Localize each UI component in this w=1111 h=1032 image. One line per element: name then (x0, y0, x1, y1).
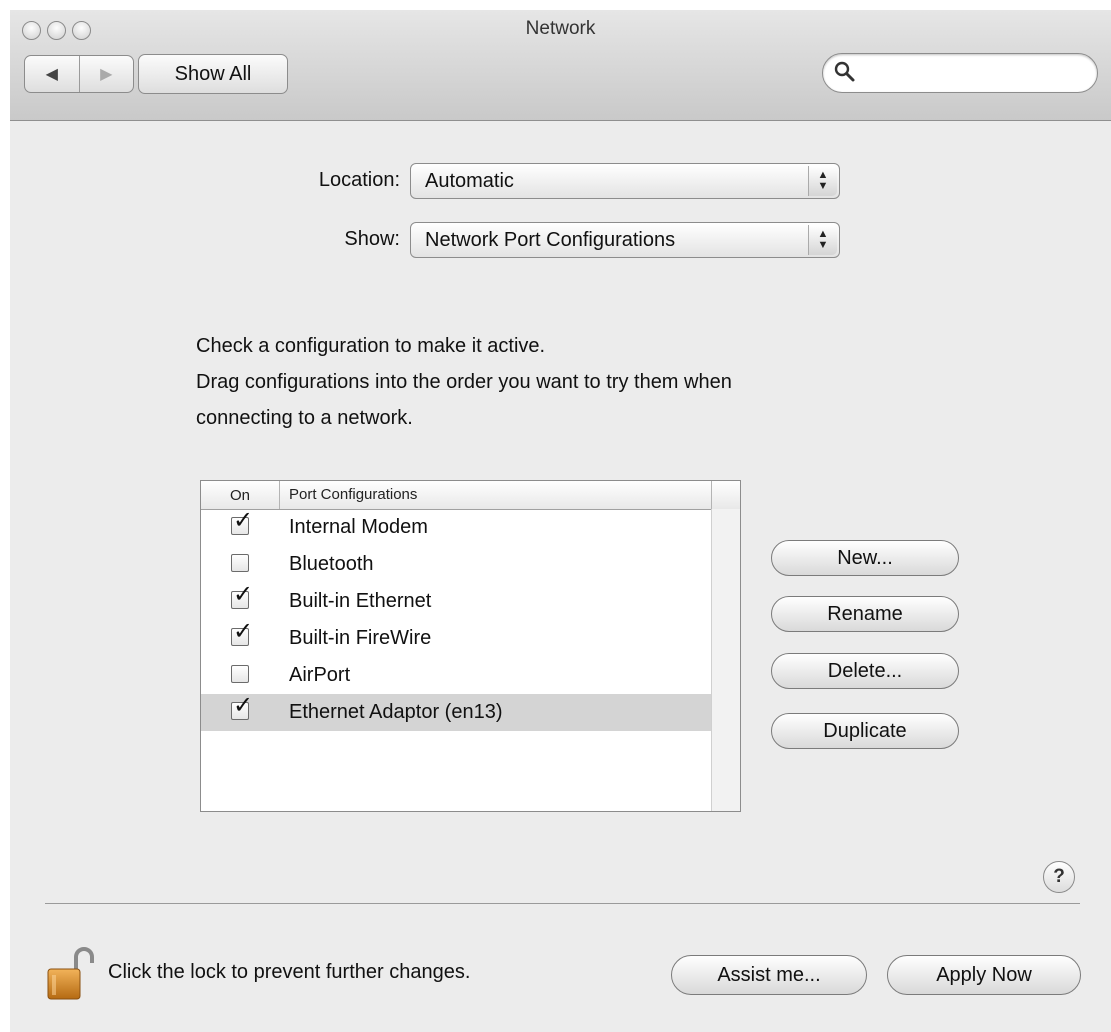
table-row[interactable]: Bluetooth (201, 546, 713, 583)
row-checkbox[interactable]: ✓ (231, 509, 253, 535)
checkmark-icon: ✓ (233, 581, 254, 608)
row-checkbox[interactable]: ✓ (231, 583, 253, 609)
table-row[interactable]: ✓ Built-in FireWire (201, 620, 713, 657)
lock-icon[interactable] (46, 945, 96, 1001)
row-checkbox[interactable]: ✓ (231, 620, 253, 646)
column-header-on[interactable]: On (201, 481, 280, 509)
show-label: Show: (344, 228, 400, 250)
search-input[interactable] (861, 58, 1090, 90)
popup-arrows-icon: ▲ ▼ (808, 225, 837, 255)
new-button[interactable]: New... (771, 540, 959, 576)
location-value: Automatic (425, 170, 514, 192)
instructions-line-3: connecting to a network. (196, 407, 413, 429)
row-checkbox[interactable] (231, 665, 249, 683)
help-button[interactable]: ? (1043, 861, 1075, 893)
instructions-line-2: Drag configurations into the order you w… (196, 371, 732, 393)
show-popup[interactable]: Network Port Configurations ▲ ▼ (410, 222, 840, 258)
row-label: Built-in FireWire (289, 627, 432, 649)
table-row[interactable]: ✓ Built-in Ethernet (201, 583, 713, 620)
column-divider (711, 481, 712, 509)
back-button[interactable]: ◀ (25, 56, 80, 92)
assist-me-button[interactable]: Assist me... (671, 955, 867, 995)
table-scrollbar[interactable] (711, 509, 740, 811)
row-label: Internal Modem (289, 516, 428, 538)
show-all-button[interactable]: Show All (138, 54, 288, 94)
network-preferences-window: Network ◀ ▶ Show All Location: Automatic… (10, 10, 1111, 1032)
duplicate-button[interactable]: Duplicate (771, 713, 959, 749)
search-field[interactable] (822, 53, 1098, 93)
table-header: On Port Configurations (201, 481, 740, 510)
checkmark-icon: ✓ (233, 618, 254, 645)
row-label: AirPort (289, 664, 351, 686)
table-row[interactable]: AirPort (201, 657, 713, 694)
checkmark-icon: ✓ (233, 692, 254, 719)
row-checkbox[interactable] (231, 554, 249, 572)
table-row[interactable]: ✓ Internal Modem (201, 509, 713, 546)
row-checkbox[interactable]: ✓ (231, 694, 253, 720)
delete-button[interactable]: Delete... (771, 653, 959, 689)
instructions-text: Check a configuration to make it active.… (196, 328, 732, 436)
row-label: Bluetooth (289, 553, 374, 575)
column-header-port-configurations[interactable]: Port Configurations (289, 486, 417, 503)
row-label: Ethernet Adaptor (en13) (289, 701, 503, 723)
port-configurations-table[interactable]: On Port Configurations ✓ Internal Modem Bl… (200, 480, 741, 812)
back-forward-control: ◀ ▶ (24, 55, 134, 93)
triangle-right-icon: ▶ (100, 66, 113, 83)
forward-button[interactable]: ▶ (80, 56, 134, 92)
popup-arrows-icon: ▲ ▼ (808, 166, 837, 196)
triangle-left-icon: ◀ (45, 66, 58, 83)
search-icon (834, 61, 855, 82)
title-bar: Network ◀ ▶ Show All (10, 10, 1111, 121)
apply-now-button[interactable]: Apply Now (887, 955, 1081, 995)
location-popup[interactable]: Automatic ▲ ▼ (410, 163, 840, 199)
row-label: Built-in Ethernet (289, 590, 432, 612)
checkmark-icon: ✓ (233, 507, 254, 534)
lock-message: Click the lock to prevent further change… (108, 961, 471, 983)
table-rows: ✓ Internal Modem Bluetooth ✓ Built-in Ethern… (201, 509, 713, 731)
rename-button[interactable]: Rename (771, 596, 959, 632)
divider (45, 903, 1080, 904)
show-value: Network Port Configurations (425, 229, 676, 251)
location-label: Location: (318, 169, 400, 191)
instructions-line-1: Check a configuration to make it active. (196, 335, 546, 357)
table-row[interactable]: ✓ Ethernet Adaptor (en13) (201, 694, 713, 731)
window-title: Network (525, 18, 596, 39)
